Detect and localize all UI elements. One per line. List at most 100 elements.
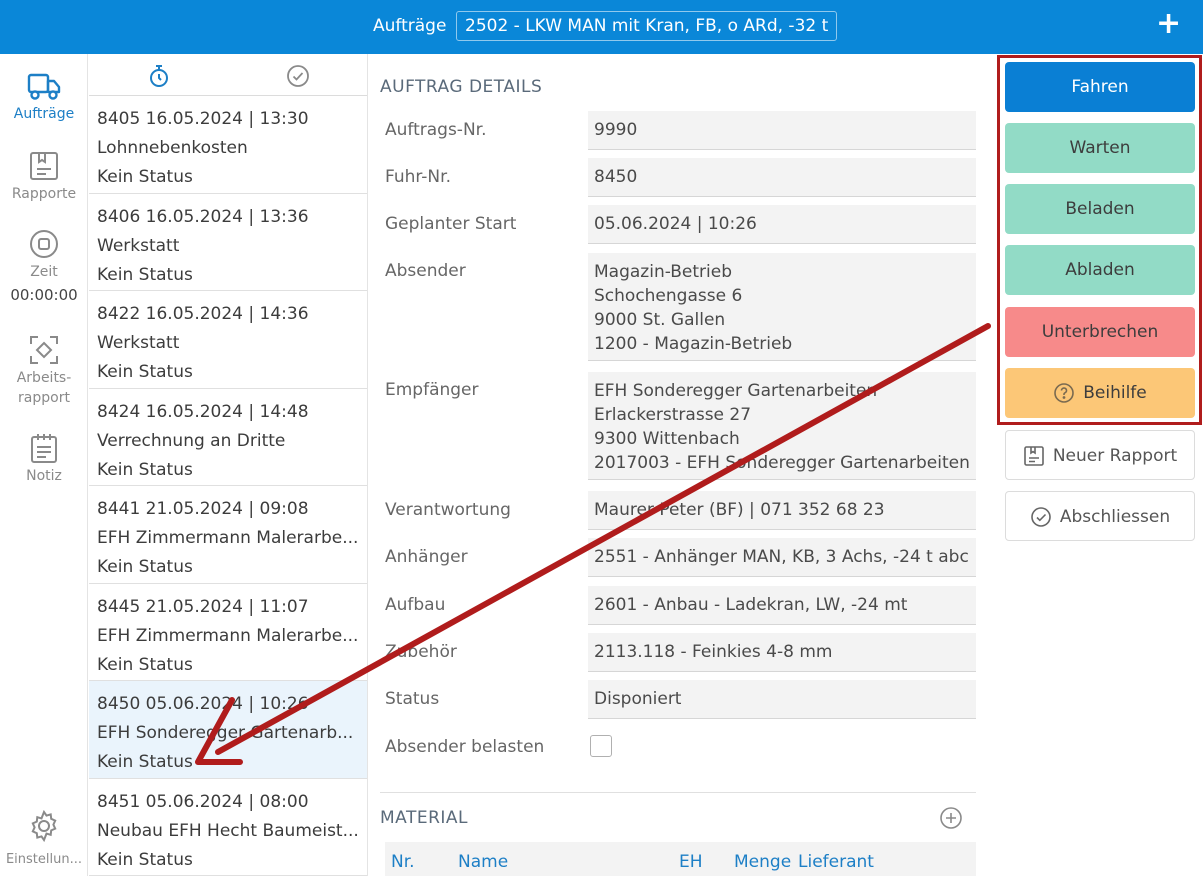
question-circle-icon [1054, 383, 1075, 403]
timer-icon[interactable] [148, 64, 170, 88]
nav-item-zeit[interactable]: Zeit 00:00:00 [0, 228, 88, 304]
truck-icon [27, 73, 61, 100]
empfaenger-line: Erlackerstrasse 27 [594, 405, 752, 425]
list-item-desc: EFH Sonderegger Gartenarb... [97, 723, 354, 743]
status-value: Disponiert [588, 680, 976, 719]
list-item-head: 8406 16.05.2024 | 13:36 [97, 206, 309, 227]
fuhr-nr-label: Fuhr-Nr. [385, 167, 451, 187]
vehicle-selector[interactable]: 2502 - LKW MAN mit Kran, FB, o ARd, -32 … [456, 11, 837, 41]
empfaenger-line: EFH Sonderegger Gartenarbeiten [594, 381, 878, 401]
list-item-status: Kein Status [97, 167, 193, 187]
anhaenger-label: Anhänger [385, 547, 468, 567]
nav-label-settings: Einstellun... [5, 852, 83, 867]
nav-label-auftraege: Aufträge [13, 106, 75, 122]
empfaenger-line: 2017003 - EFH Sonderegger Gartenarbeiten [594, 453, 970, 473]
section-divider [380, 792, 976, 793]
fahren-button[interactable]: Fahren [1005, 62, 1195, 112]
abladen-button[interactable]: Abladen [1005, 245, 1195, 295]
list-item-desc: Werkstatt [97, 333, 180, 353]
neuer-rapport-button[interactable]: Neuer Rapport [1005, 430, 1195, 480]
list-item-desc: EFH Zimmermann Malerarbe... [97, 625, 359, 646]
nav-label-zeit: Zeit [30, 264, 58, 280]
status-label: Status [385, 689, 440, 709]
list-item[interactable]: 8405 16.05.2024 | 13:30 Lohnnebenkosten … [89, 96, 367, 194]
unterbrechen-button[interactable]: Unterbrechen [1005, 307, 1195, 357]
list-item-desc: Lohnnebenkosten [97, 138, 248, 158]
list-item-head: 8424 16.05.2024 | 14:48 [97, 401, 309, 422]
list-item-head: 8451 05.06.2024 | 08:00 [97, 791, 309, 812]
list-item-desc: Werkstatt [97, 235, 180, 256]
nav-label-arbeitsrapport: Arbeits- rapport [16, 370, 72, 406]
col-lieferant: Lieferant [798, 852, 874, 872]
zubehoer-value: 2113.118 - Feinkies 4-8 mm [588, 633, 976, 672]
start-label: Geplanter Start [385, 214, 517, 234]
notepad-icon [31, 434, 57, 463]
absender-value: Magazin-Betrieb Schochengasse 6 9000 St.… [588, 253, 976, 361]
empfaenger-label: Empfänger [385, 380, 479, 400]
aufbau-value: 2601 - Anbau - Ladekran, LW, -24 mt [588, 586, 976, 625]
nav-item-arbeitsrapport[interactable]: Arbeits- rapport [0, 334, 88, 408]
list-item-head: 8405 16.05.2024 | 13:30 [97, 109, 309, 129]
page-title: Aufträge [373, 16, 447, 36]
nav-label-notiz: Notiz [26, 468, 62, 484]
list-item-status: Kein Status [97, 557, 193, 577]
abschliessen-label: Abschliessen [1059, 507, 1171, 527]
add-button[interactable]: + [1156, 9, 1181, 39]
nav-label-rapporte: Rapporte [11, 186, 77, 202]
verantwortung-label: Verantwortung [385, 500, 511, 520]
list-item-head: 8422 16.05.2024 | 14:36 [97, 304, 309, 324]
beihilfe-label: Beihilfe [1083, 383, 1147, 403]
nav-item-rapporte[interactable]: Rapporte [0, 150, 88, 204]
list-item-desc: Neubau EFH Hecht Baumeist... [97, 820, 359, 841]
zeit-timer: 00:00:00 [10, 286, 78, 304]
list-item[interactable]: 8406 16.05.2024 | 13:36 Werkstatt Kein S… [89, 194, 367, 291]
list-item-desc: Verrechnung an Dritte [97, 430, 286, 451]
absender-line: 9000 St. Gallen [594, 310, 726, 330]
report-icon [30, 152, 58, 180]
empfaenger-line: 9300 Wittenbach [594, 429, 740, 449]
absender-belasten-label: Absender belasten [385, 737, 545, 757]
nav-item-settings[interactable]: Einstellun... [0, 810, 88, 870]
list-item[interactable]: 8424 16.05.2024 | 14:48 Verrechnung an D… [89, 389, 367, 486]
order-list: 8405 16.05.2024 | 13:30 Lohnnebenkosten … [89, 54, 368, 876]
col-eh: EH [679, 852, 703, 872]
list-item[interactable]: 8422 16.05.2024 | 14:36 Werkstatt Kein S… [89, 291, 367, 389]
order-details: AUFTRAG DETAILS Auftrags-Nr. 9990 Fuhr-N… [369, 54, 996, 876]
col-name: Name [458, 852, 509, 872]
fuhr-nr-value: 8450 [588, 158, 976, 197]
nav-item-notiz[interactable]: Notiz [0, 432, 88, 486]
absender-line: 1200 - Magazin-Betrieb [594, 334, 793, 354]
list-item-status: Kein Status [97, 654, 193, 675]
scan-icon [30, 336, 58, 364]
anhaenger-value: 2551 - Anhänger MAN, KB, 3 Achs, -24 t a… [588, 538, 976, 577]
absender-belasten-checkbox[interactable] [590, 735, 612, 757]
col-menge: Menge [734, 852, 792, 872]
sidebar-nav: Aufträge Rapporte Zeit 00:00:00 Arbeits-… [0, 54, 88, 876]
list-item-head: 8445 21.05.2024 | 11:07 [97, 596, 309, 617]
list-item-status: Kein Status [97, 362, 193, 382]
nav-item-auftraege[interactable]: Aufträge [0, 72, 88, 124]
list-item-status: Kein Status [97, 459, 193, 480]
warten-button[interactable]: Warten [1005, 123, 1195, 173]
beihilfe-button[interactable]: Beihilfe [1005, 368, 1195, 418]
list-item[interactable]: 8451 05.06.2024 | 08:00 Neubau EFH Hecht… [89, 779, 367, 876]
check-circle-icon[interactable] [286, 64, 310, 88]
material-table-header: Nr. Name EH Menge Lieferant [385, 842, 976, 876]
list-item-selected[interactable]: 8450 05.06.2024 | 10:26 EFH Sonderegger … [89, 681, 367, 779]
beladen-button[interactable]: Beladen [1005, 184, 1195, 234]
auftrags-nr-label: Auftrags-Nr. [385, 120, 487, 140]
add-material-icon[interactable] [939, 806, 963, 830]
aufbau-label: Aufbau [385, 595, 446, 615]
auftrags-nr-value: 9990 [588, 111, 976, 150]
absender-line: Schochengasse 6 [594, 286, 743, 306]
abschliessen-button[interactable]: Abschliessen [1005, 491, 1195, 541]
list-item-head: 8441 21.05.2024 | 09:08 [97, 499, 309, 519]
top-bar: Aufträge 2502 - LKW MAN mit Kran, FB, o … [0, 0, 1203, 54]
list-item[interactable]: 8445 21.05.2024 | 11:07 EFH Zimmermann M… [89, 584, 367, 681]
list-item-head: 8450 05.06.2024 | 10:26 [97, 694, 309, 714]
list-item[interactable]: 8441 21.05.2024 | 09:08 EFH Zimmermann M… [89, 486, 367, 584]
material-section-title: MATERIAL [380, 808, 469, 828]
stop-circle-icon [30, 230, 58, 258]
absender-line: Magazin-Betrieb [594, 262, 732, 282]
gear-icon [31, 810, 57, 842]
